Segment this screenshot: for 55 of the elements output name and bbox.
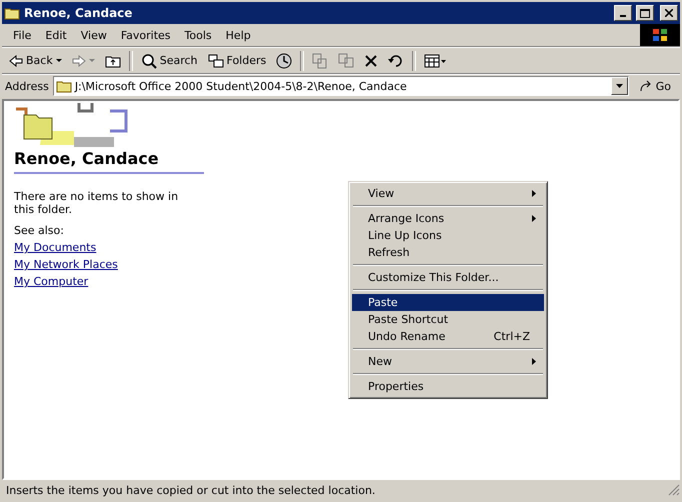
menu-item[interactable]: View — [74, 26, 114, 44]
context-menu-item[interactable]: Paste — [352, 294, 544, 311]
folder-icon — [4, 6, 20, 20]
menu-item[interactable]: Help — [218, 26, 258, 44]
close-button[interactable] — [660, 5, 678, 21]
go-button[interactable]: Go — [632, 80, 677, 92]
windows-logo-icon — [640, 24, 680, 46]
status-text: Inserts the items you have copied or cut into the selected location. — [6, 484, 376, 496]
context-menu-item[interactable]: Refresh — [352, 244, 544, 261]
context-menu-item[interactable]: Customize This Folder... — [352, 269, 544, 286]
search-icon — [140, 52, 157, 68]
empty-folder-message: There are no items to show in this folder. — [14, 190, 180, 216]
menu-item[interactable]: Edit — [38, 26, 74, 44]
context-menu-item[interactable]: Line Up Icons — [352, 227, 544, 244]
resize-grip-icon — [668, 484, 680, 496]
maximize-button[interactable] — [636, 5, 654, 21]
context-menu-item[interactable]: Paste Shortcut — [352, 311, 544, 328]
views-grid-icon — [424, 54, 446, 68]
undo-icon — [388, 54, 404, 68]
copy-to-icon — [338, 52, 354, 68]
folder-link[interactable]: My Computer — [14, 275, 88, 288]
context-menu-item[interactable]: Undo Rename Ctrl+Z — [352, 328, 544, 345]
menu-item[interactable]: Tools — [178, 26, 219, 44]
folder-icon — [56, 79, 72, 93]
caret-icon — [616, 84, 623, 88]
address-field[interactable]: J:\Microsoft Office 2000 Student\2004-5\8-2\Renoe, Candace — [52, 76, 629, 96]
context-menu-item[interactable]: Arrange Icons — [352, 210, 544, 227]
window-title: Renoe, Candace — [24, 6, 134, 20]
delete-icon — [364, 54, 378, 68]
minimize-button[interactable] — [614, 5, 632, 21]
address-label: Address — [5, 80, 49, 92]
folders-icon — [208, 54, 224, 68]
maximize-icon — [640, 8, 650, 18]
menu-item[interactable]: Favorites — [114, 26, 178, 44]
search-button[interactable]: Search — [136, 50, 202, 70]
back-button[interactable]: Back — [5, 52, 66, 69]
back-arrow-icon — [9, 54, 23, 66]
forward-arrow-icon — [72, 54, 86, 66]
context-menu-item[interactable]: New — [352, 353, 544, 370]
close-icon — [665, 9, 673, 17]
folders-button[interactable]: Folders — [204, 52, 270, 70]
history-clock-icon — [276, 52, 292, 68]
see-also-label: See also: — [14, 224, 65, 237]
context-menu-item[interactable]: View — [352, 185, 544, 202]
move-to-icon — [312, 52, 328, 68]
folder-link[interactable]: My Network Places — [14, 258, 118, 271]
folder-link[interactable]: My Documents — [14, 241, 96, 254]
caret-icon — [56, 58, 62, 62]
up-folder-icon — [104, 54, 121, 68]
dropdown-button[interactable] — [610, 77, 628, 95]
caret-icon — [88, 58, 95, 62]
context-menu-item[interactable]: Properties — [352, 378, 544, 395]
menu-item[interactable]: File — [6, 26, 38, 44]
folder-heading: Renoe, Candace — [14, 147, 204, 174]
go-arrow-icon — [638, 80, 653, 92]
